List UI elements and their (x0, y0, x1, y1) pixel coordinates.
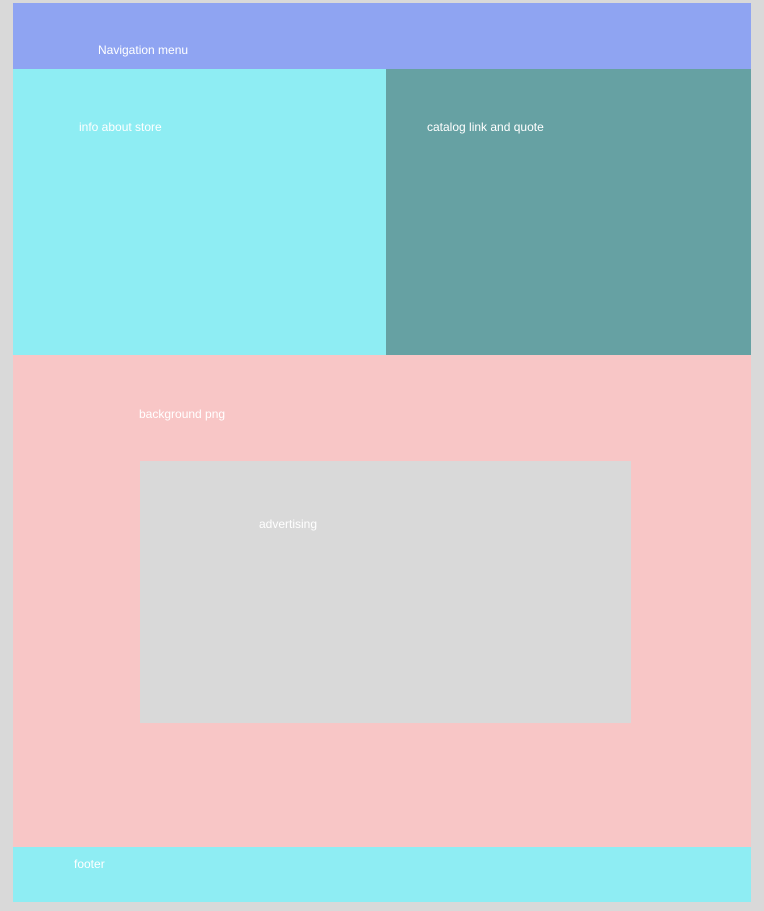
navigation-menu-label: Navigation menu (98, 43, 189, 57)
catalog-quote-label: catalog link and quote (427, 120, 544, 134)
background-label: background png (139, 407, 226, 421)
catalog-quote-block: catalog link and quote (386, 69, 751, 355)
advertising-label: advertising (259, 517, 318, 531)
footer-block: footer (13, 847, 751, 902)
advertising-block: advertising (140, 461, 631, 723)
store-info-block: info about store (13, 69, 386, 355)
navigation-menu-block: Navigation menu (13, 3, 751, 69)
store-info-label: info about store (79, 120, 162, 134)
background-block: background png advertising (13, 355, 751, 847)
footer-label: footer (74, 857, 105, 871)
